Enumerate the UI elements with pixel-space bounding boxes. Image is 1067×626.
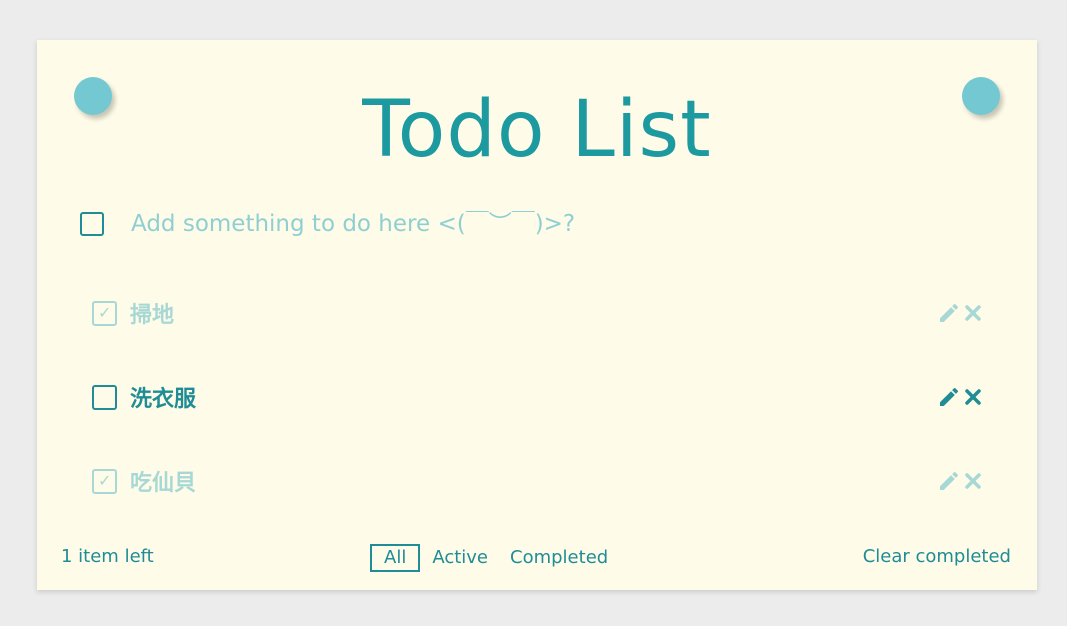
check-icon: ✓ (98, 470, 112, 490)
filter-group: All Active Completed (370, 544, 622, 572)
todo-item: 洗衣服 (92, 380, 982, 414)
todo-card: Todo List ✓ 掃地 洗衣服 (37, 40, 1037, 590)
pencil-icon[interactable] (937, 385, 961, 409)
close-icon[interactable] (964, 304, 982, 322)
filter-all[interactable]: All (370, 544, 421, 572)
filter-completed[interactable]: Completed (502, 544, 616, 572)
todo-label: 洗衣服 (130, 387, 197, 412)
todo-label: 吃仙貝 (130, 471, 197, 496)
pencil-icon[interactable] (937, 469, 961, 493)
filter-active[interactable]: Active (424, 544, 496, 572)
close-icon[interactable] (964, 472, 982, 490)
new-todo-row (80, 208, 980, 240)
todo-checkbox[interactable] (92, 384, 117, 410)
todo-footer: 1 item left All Active Completed Clear c… (37, 540, 1037, 576)
new-todo-input[interactable] (131, 211, 931, 237)
toggle-all-checkbox[interactable] (80, 212, 104, 236)
page-title: Todo List (362, 85, 712, 175)
todo-checkbox[interactable]: ✓ (92, 468, 117, 494)
todo-item: ✓ 掃地 (92, 296, 982, 330)
close-icon[interactable] (964, 388, 982, 406)
todo-item: ✓ 吃仙貝 (92, 464, 982, 498)
pencil-icon[interactable] (937, 301, 961, 325)
todo-label: 掃地 (130, 303, 175, 328)
check-icon: ✓ (98, 302, 112, 322)
items-left-count: 1 item left (61, 546, 154, 567)
clear-completed-button[interactable]: Clear completed (863, 546, 1011, 567)
todo-checkbox[interactable]: ✓ (92, 300, 117, 326)
